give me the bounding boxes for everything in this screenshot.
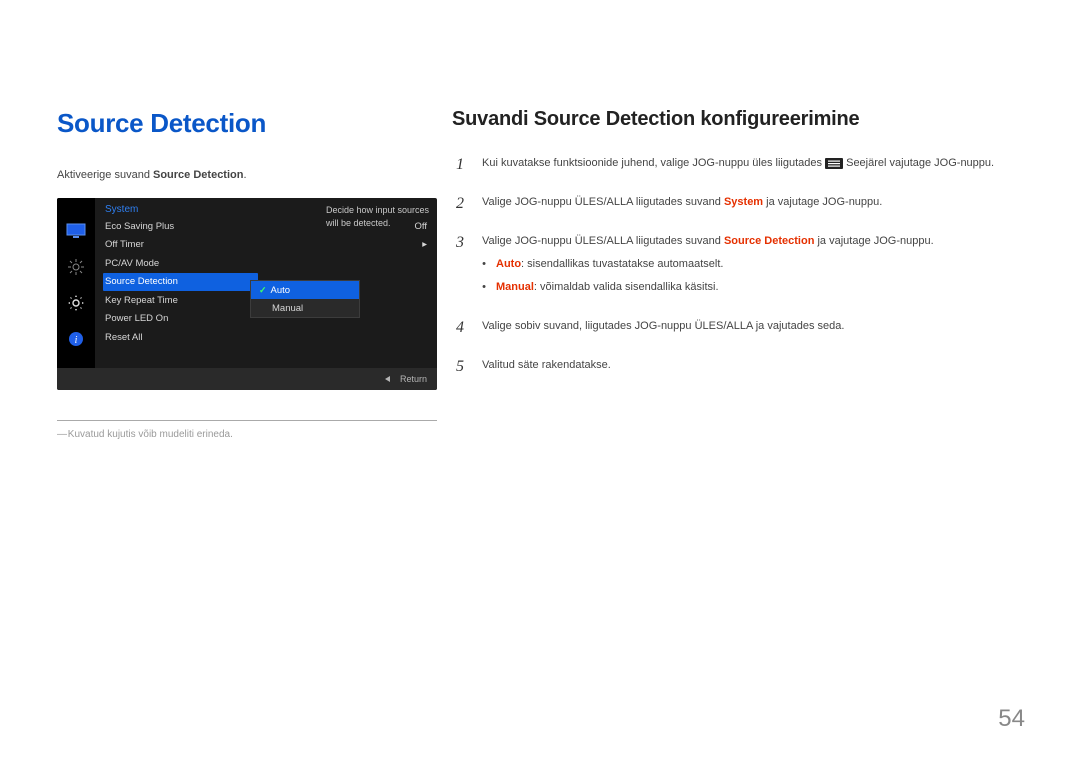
caption-divider <box>57 420 437 421</box>
osd-item-reset: Reset All <box>105 328 437 347</box>
steps-list: 1 Kui kuvatakse funktsioonide juhend, va… <box>452 153 1025 379</box>
step-body: Kui kuvatakse funktsioonide juhend, vali… <box>482 153 1025 178</box>
osd-screenshot: i System Decide how input sources will b… <box>57 198 437 390</box>
step-number: 3 <box>452 231 468 302</box>
step-number: 5 <box>452 355 468 380</box>
bullet-auto: •Auto: sisendallikas tuvastatakse automa… <box>482 256 1025 273</box>
osd-submenu: ✓Auto Manual <box>250 280 360 318</box>
osd-sidebar-icons: i <box>57 198 95 368</box>
info-icon: i <box>65 328 87 350</box>
bullet-list: •Auto: sisendallikas tuvastatakse automa… <box>482 256 1025 296</box>
osd-return-label: Return <box>400 374 427 384</box>
right-column: Suvandi Source Detection konfigureerimin… <box>437 108 1025 440</box>
step-body: Valige JOG-nuppu ÜLES/ALLA liigutades su… <box>482 231 1025 302</box>
bullet-manual: •Manual: võimaldab valida sisendallika k… <box>482 279 1025 296</box>
section-title: Source Detection <box>57 108 437 139</box>
step-number: 4 <box>452 316 468 341</box>
intro-prefix: Aktiveerige suvand <box>57 169 153 181</box>
step-1: 1 Kui kuvatakse funktsioonide juhend, va… <box>452 153 1025 178</box>
gear-icon <box>65 292 87 314</box>
step-number: 1 <box>452 153 468 178</box>
subsection-title: Suvandi Source Detection konfigureerimin… <box>452 108 1025 131</box>
intro-bold: Source Detection <box>153 169 243 181</box>
step-2: 2 Valige JOG-nuppu ÜLES/ALLA liigutades … <box>452 192 1025 217</box>
osd-body: i System Decide how input sources will b… <box>57 198 437 368</box>
step-body: Valitud säte rakendatakse. <box>482 355 1025 380</box>
osd-item-source-detection: Source Detection <box>103 273 258 292</box>
caption-text: Kuvatud kujutis võib mudeliti erineda. <box>57 429 437 440</box>
step-body: Valige sobiv suvand, liigutades JOG-nupp… <box>482 316 1025 341</box>
check-icon: ✓ <box>259 285 267 296</box>
step-3: 3 Valige JOG-nuppu ÜLES/ALLA liigutades … <box>452 231 1025 302</box>
svg-text:i: i <box>75 335 78 346</box>
left-column: Source Detection Aktiveerige suvand Sour… <box>57 108 437 440</box>
osd-footer: Return <box>57 368 437 390</box>
step-number: 2 <box>452 192 468 217</box>
osd-item-pcav: PC/AV Mode <box>105 254 437 273</box>
intro-suffix: . <box>243 169 246 181</box>
brightness-icon <box>65 256 87 278</box>
osd-sub-manual: Manual <box>251 299 359 317</box>
intro-text: Aktiveerige suvand Source Detection. <box>57 169 437 181</box>
osd-sub-auto: ✓Auto <box>251 281 359 299</box>
osd-main: System Decide how input sources will be … <box>95 198 437 368</box>
triangle-left-icon <box>385 376 390 382</box>
step-body: Valige JOG-nuppu ÜLES/ALLA liigutades su… <box>482 192 1025 217</box>
page-number: 54 <box>998 705 1025 733</box>
osd-tooltip: Decide how input sources will be detecte… <box>326 204 431 229</box>
osd-item-timer: Off Timer▸ <box>105 236 437 255</box>
monitor-icon <box>65 220 87 242</box>
menu-icon <box>825 158 843 169</box>
page: Source Detection Aktiveerige suvand Sour… <box>0 0 1080 440</box>
step-5: 5 Valitud säte rakendatakse. <box>452 355 1025 380</box>
step-4: 4 Valige sobiv suvand, liigutades JOG-nu… <box>452 316 1025 341</box>
